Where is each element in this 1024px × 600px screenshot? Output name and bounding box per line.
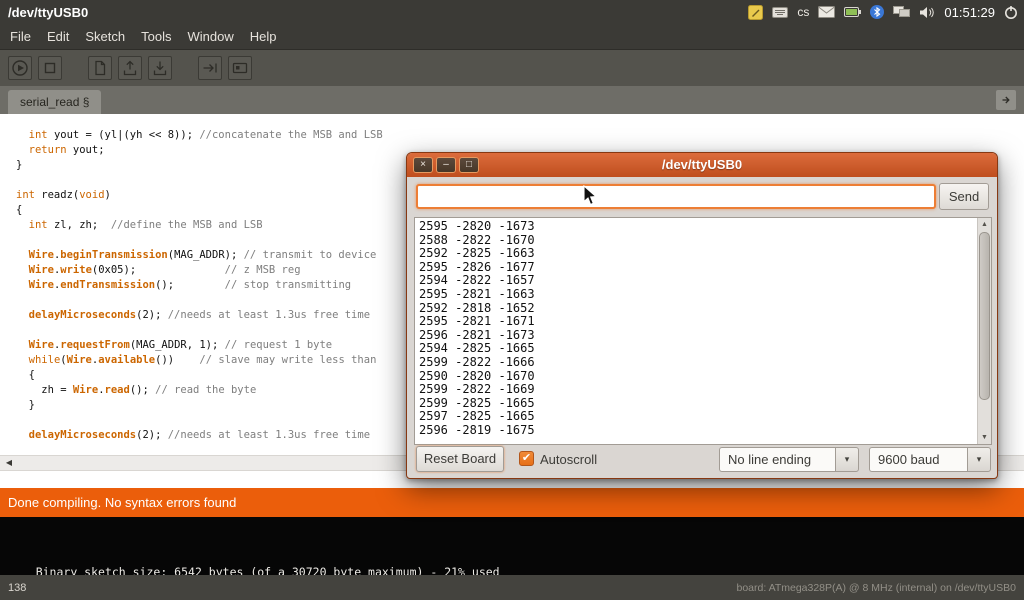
board-info: board: ATmega328P(A) @ 8 MHz (internal) … xyxy=(736,582,1016,594)
save-icon xyxy=(150,58,170,78)
serial-line: 2597 -2825 -1665 xyxy=(419,410,973,424)
minimize-button[interactable]: – xyxy=(436,157,456,173)
verify-button[interactable] xyxy=(8,56,32,80)
toolbar xyxy=(0,50,1024,86)
clock[interactable]: 01:51:29 xyxy=(944,5,995,20)
mail-icon[interactable] xyxy=(818,6,835,18)
new-tab-icon xyxy=(1000,94,1012,106)
check-icon: ✔ xyxy=(522,452,531,464)
session-menu-icon[interactable] xyxy=(1004,5,1018,19)
line-ending-select[interactable]: No line ending ▾ xyxy=(719,447,859,472)
new-file-icon xyxy=(90,58,110,78)
keyboard-icon[interactable] xyxy=(772,7,788,18)
stop-icon xyxy=(40,58,60,78)
bluetooth-icon[interactable] xyxy=(870,5,884,19)
upload-icon xyxy=(200,58,220,78)
serial-line: 2595 -2821 -1671 xyxy=(419,315,973,329)
menu-item-sketch[interactable]: Sketch xyxy=(77,24,133,49)
line-ending-value: No line ending xyxy=(719,447,835,472)
menu-item-window[interactable]: Window xyxy=(179,24,241,49)
serial-line: 2592 -2818 -1652 xyxy=(419,302,973,316)
menu-item-file[interactable]: File xyxy=(2,24,39,49)
system-tray: cs 01:51:29 xyxy=(748,5,1024,20)
menu-item-tools[interactable]: Tools xyxy=(133,24,179,49)
serial-line: 2599 -2822 -1669 xyxy=(419,383,973,397)
keyboard-layout-indicator[interactable]: cs xyxy=(797,5,809,19)
code-line: int yout = (yl|(yh << 8)); //concatenate… xyxy=(16,128,1024,143)
window-controls: × – □ xyxy=(413,157,479,173)
baud-value: 9600 baud xyxy=(869,447,967,472)
input-method-icon[interactable] xyxy=(748,5,763,20)
autoscroll-label: Autoscroll xyxy=(540,452,597,467)
serial-input[interactable] xyxy=(416,184,936,209)
compile-status-bar: Done compiling. No syntax errors found xyxy=(0,488,1024,517)
new-sketch-button[interactable] xyxy=(88,56,112,80)
serial-monitor-titlebar[interactable]: /dev/ttyUSB0 × – □ xyxy=(407,153,997,177)
build-console: Binary sketch size: 6542 bytes (of a 307… xyxy=(0,517,1024,575)
serial-output[interactable]: 2595 -2820 -16732588 -2822 -16702592 -28… xyxy=(415,218,977,444)
open-button[interactable] xyxy=(118,56,142,80)
tab-serial-read[interactable]: serial_read § xyxy=(8,90,101,114)
autoscroll-checkbox[interactable]: ✔ xyxy=(519,451,534,466)
menu-item-edit[interactable]: Edit xyxy=(39,24,77,49)
desktop: /dev/ttyUSB0 cs 01:51: xyxy=(0,0,1024,600)
verify-icon xyxy=(10,58,30,78)
scroll-left-icon[interactable]: ◀ xyxy=(0,455,18,471)
new-tab-button[interactable] xyxy=(996,90,1016,110)
battery-icon[interactable] xyxy=(844,7,861,17)
system-top-bar: /dev/ttyUSB0 cs 01:51: xyxy=(0,0,1024,24)
baud-select[interactable]: 9600 baud ▾ xyxy=(869,447,991,472)
open-icon xyxy=(120,58,140,78)
ide-footer: 138 board: ATmega328P(A) @ 8 MHz (intern… xyxy=(0,575,1024,600)
stop-button[interactable] xyxy=(38,56,62,80)
send-button[interactable]: Send xyxy=(939,183,989,210)
upload-button[interactable] xyxy=(198,56,222,80)
serial-line: 2592 -2825 -1663 xyxy=(419,247,973,261)
serial-output-wrap: 2595 -2820 -16732588 -2822 -16702592 -28… xyxy=(414,217,992,445)
maximize-button[interactable]: □ xyxy=(459,157,479,173)
scrollbar-thumb[interactable] xyxy=(979,232,990,400)
chevron-down-icon[interactable]: ▾ xyxy=(835,447,859,472)
menu-item-help[interactable]: Help xyxy=(242,24,285,49)
serial-line: 2596 -2821 -1673 xyxy=(419,329,973,343)
window-title: /dev/ttyUSB0 xyxy=(0,5,748,20)
serial-line: 2594 -2825 -1665 xyxy=(419,342,973,356)
serial-monitor-icon xyxy=(230,58,250,78)
serial-monitor-controls: Reset Board ✔ Autoscroll No line ending … xyxy=(407,443,997,478)
serial-line: 2596 -2819 -1675 xyxy=(419,424,973,438)
tab-bar: serial_read § xyxy=(0,86,1024,114)
close-button[interactable]: × xyxy=(413,157,433,173)
serial-scrollbar[interactable]: ▲ ▼ xyxy=(977,218,991,444)
serial-line: 2595 -2820 -1673 xyxy=(419,220,973,234)
line-number: 138 xyxy=(8,582,26,594)
network-icon[interactable] xyxy=(893,6,911,19)
serial-line: 2599 -2822 -1666 xyxy=(419,356,973,370)
serial-line: 2599 -2825 -1665 xyxy=(419,397,973,411)
serial-line: 2595 -2826 -1677 xyxy=(419,261,973,275)
serial-line: 2590 -2820 -1670 xyxy=(419,370,973,384)
serial-line: 2595 -2821 -1663 xyxy=(419,288,973,302)
chevron-down-icon[interactable]: ▾ xyxy=(967,447,991,472)
scroll-up-icon[interactable]: ▲ xyxy=(978,218,991,231)
serial-line: 2588 -2822 -1670 xyxy=(419,234,973,248)
serial-monitor-button[interactable] xyxy=(228,56,252,80)
serial-line: 2594 -2822 -1657 xyxy=(419,274,973,288)
compile-status-message: Done compiling. No syntax errors found xyxy=(8,495,236,510)
serial-monitor-title: /dev/ttyUSB0 xyxy=(407,153,997,177)
volume-icon[interactable] xyxy=(920,6,935,19)
serial-monitor-window: /dev/ttyUSB0 × – □ Send 2595 -2820 -1673… xyxy=(406,152,998,479)
reset-board-button[interactable]: Reset Board xyxy=(416,446,504,472)
mouse-cursor xyxy=(583,185,599,207)
save-button[interactable] xyxy=(148,56,172,80)
menubar: FileEditSketchToolsWindowHelp xyxy=(0,24,1024,50)
